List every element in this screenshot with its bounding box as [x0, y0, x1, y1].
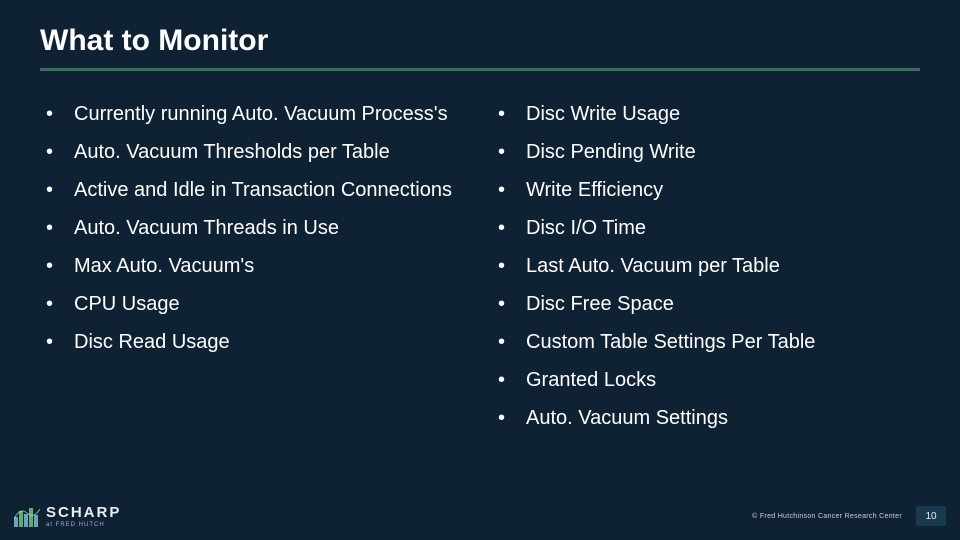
bullet-item: Auto. Vacuum Threads in Use	[40, 209, 468, 247]
bullet-list-right: Disc Write UsageDisc Pending WriteWrite …	[492, 95, 920, 437]
bullet-item: Disc Free Space	[492, 285, 920, 323]
bullet-item: Custom Table Settings Per Table	[492, 323, 920, 361]
logo-text: SCHARP at FRED HUTCH	[46, 505, 121, 528]
bullet-item: Last Auto. Vacuum per Table	[492, 247, 920, 285]
copyright-text: © Fred Hutchinson Cancer Research Center	[752, 513, 902, 520]
bullet-list-left: Currently running Auto. Vacuum Process's…	[40, 95, 468, 361]
bullet-item: Active and Idle in Transaction Connectio…	[40, 171, 468, 209]
bullet-item: Disc Write Usage	[492, 95, 920, 133]
slide: What to Monitor Currently running Auto. …	[0, 0, 960, 540]
bullet-item: Granted Locks	[492, 361, 920, 399]
bullet-item: Disc Read Usage	[40, 323, 468, 361]
logo-name: SCHARP	[46, 505, 121, 520]
slide-title: What to Monitor	[40, 24, 920, 58]
bullet-item: Max Auto. Vacuum's	[40, 247, 468, 285]
bullet-item: Write Efficiency	[492, 171, 920, 209]
bullet-item: Auto. Vacuum Thresholds per Table	[40, 133, 468, 171]
content-columns: Currently running Auto. Vacuum Process's…	[0, 71, 960, 437]
left-column: Currently running Auto. Vacuum Process's…	[40, 95, 468, 437]
logo: SCHARP at FRED HUTCH	[14, 505, 121, 528]
right-column: Disc Write UsageDisc Pending WriteWrite …	[492, 95, 920, 437]
page-number: 10	[916, 506, 946, 526]
bullet-item: CPU Usage	[40, 285, 468, 323]
bullet-item: Currently running Auto. Vacuum Process's	[40, 95, 468, 133]
title-block: What to Monitor	[0, 0, 960, 71]
bullet-item: Disc Pending Write	[492, 133, 920, 171]
footer-right: © Fred Hutchinson Cancer Research Center…	[752, 506, 946, 526]
logo-subtitle: at FRED HUTCH	[46, 522, 121, 528]
logo-icon	[14, 505, 40, 527]
bullet-item: Auto. Vacuum Settings	[492, 399, 920, 437]
bullet-item: Disc I/O Time	[492, 209, 920, 247]
footer: SCHARP at FRED HUTCH © Fred Hutchinson C…	[0, 496, 960, 540]
